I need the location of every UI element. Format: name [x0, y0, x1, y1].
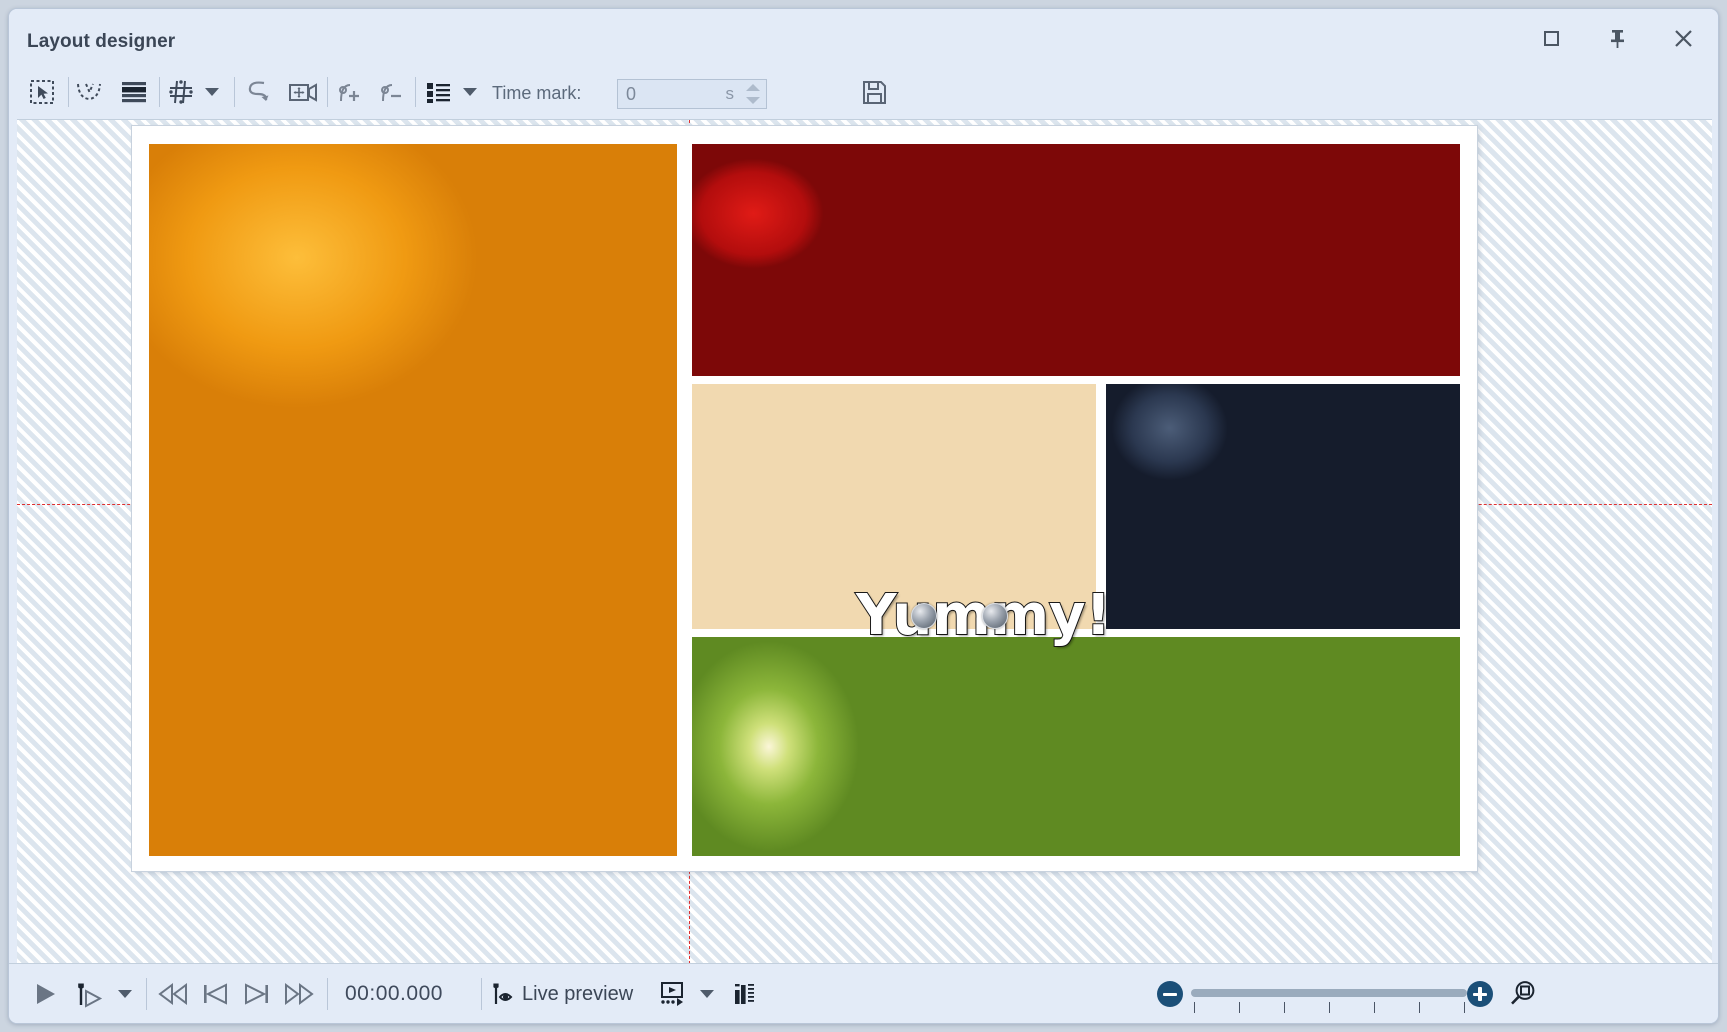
time-mark-label: Time mark:	[492, 83, 581, 104]
skip-next-icon[interactable]	[235, 972, 279, 1016]
snap-curve-icon[interactable]	[72, 71, 106, 113]
level-meter-icon[interactable]	[727, 972, 761, 1016]
grid-icon[interactable]	[164, 71, 198, 113]
magnifier-fit-icon[interactable]	[1504, 972, 1542, 1016]
eye-marker-icon[interactable]	[487, 972, 521, 1016]
zoom-slider[interactable]	[1191, 989, 1467, 997]
list-icon[interactable]	[421, 71, 455, 113]
image-strawberries[interactable]	[692, 144, 1460, 376]
image-oranges[interactable]	[149, 144, 677, 856]
floppy-disk-icon[interactable]	[857, 71, 891, 113]
window-title: Layout designer	[27, 31, 175, 53]
rewind-icon[interactable]	[151, 972, 195, 1016]
restore-icon[interactable]	[1529, 19, 1573, 57]
zoom-slider-ticks	[1194, 1002, 1466, 1014]
keyframe-plus-icon[interactable]	[333, 71, 367, 113]
transport-bar: 00:00.000 Live preview	[9, 963, 1718, 1023]
title-bar: Layout designer	[9, 9, 1718, 65]
chevron-down-icon[interactable]	[459, 71, 481, 113]
drag-handle-rotate[interactable]	[982, 603, 1008, 629]
skip-previous-icon[interactable]	[193, 972, 237, 1016]
stacked-bars-icon[interactable]	[117, 71, 151, 113]
live-preview-label: Live preview	[522, 983, 633, 1006]
design-canvas[interactable]: Yummy!	[132, 126, 1477, 871]
close-icon[interactable]	[1661, 19, 1705, 57]
canvas-workspace[interactable]: Yummy!	[17, 119, 1712, 964]
chevron-down-icon[interactable]	[111, 972, 139, 1016]
minus-circle-icon[interactable]	[1154, 972, 1186, 1016]
text-object-yummy[interactable]: Yummy!	[856, 585, 1116, 647]
keyframe-minus-icon[interactable]	[375, 71, 409, 113]
time-mark-input[interactable]: 0 s	[617, 79, 767, 109]
stepper-up-icon[interactable]	[746, 84, 760, 91]
image-blueberries[interactable]	[1106, 384, 1460, 629]
preview-render-icon[interactable]	[655, 972, 691, 1016]
drag-handle-center[interactable]	[911, 603, 937, 629]
time-mark-value: 0	[626, 84, 636, 105]
stepper-down-icon[interactable]	[746, 97, 760, 104]
play-icon[interactable]	[25, 972, 65, 1016]
play-marker-icon[interactable]	[69, 972, 109, 1016]
image-kiwi[interactable]	[692, 637, 1460, 856]
time-mark-stepper[interactable]	[742, 82, 764, 108]
curved-arrow-icon[interactable]	[241, 71, 275, 113]
plus-circle-icon[interactable]	[1464, 972, 1496, 1016]
timecode-display: 00:00.000	[345, 982, 443, 1006]
chevron-down-icon[interactable]	[201, 71, 223, 113]
selection-arrow-icon[interactable]	[25, 71, 59, 113]
toolbar: Time mark: 0 s	[9, 65, 1718, 119]
time-mark-unit: s	[726, 84, 735, 104]
fast-forward-icon[interactable]	[277, 972, 321, 1016]
chevron-down-icon[interactable]	[693, 972, 721, 1016]
pin-icon[interactable]	[1595, 19, 1639, 57]
camera-move-icon[interactable]	[286, 71, 320, 113]
layout-designer-window: Layout designer	[8, 8, 1719, 1024]
